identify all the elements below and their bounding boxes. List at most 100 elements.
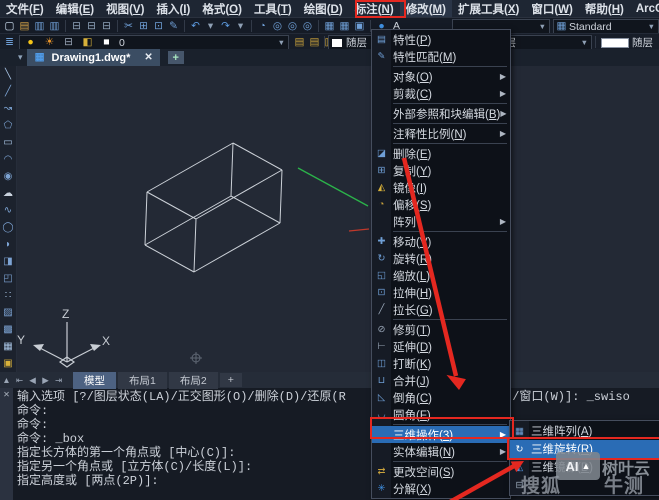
- arc-icon[interactable]: ◠: [0, 151, 16, 168]
- layer-lock-icon[interactable]: ◧: [80, 35, 95, 50]
- circle-icon[interactable]: ◉: [0, 168, 16, 185]
- modify-menu-item-移动[interactable]: ✚移动(V): [372, 233, 510, 250]
- layer-dropdown[interactable]: ●☀⊟◧■ 0 ▼: [19, 35, 289, 50]
- menubar-item-视图[interactable]: 视图(V): [100, 0, 150, 18]
- modify-menu-item-外部参照和块编辑[interactable]: 外部参照和块编辑(B)▶: [372, 105, 510, 122]
- redo-dropdown-icon[interactable]: ▾: [233, 19, 248, 34]
- layer-freeze-icon[interactable]: ☀: [42, 35, 57, 50]
- menubar-item-绘图[interactable]: 绘图(D): [298, 0, 349, 18]
- menubar-item-工具[interactable]: 工具(T): [248, 0, 298, 18]
- layer-properties-icon[interactable]: ▤: [292, 35, 307, 50]
- pan-icon[interactable]: ◔: [255, 19, 270, 34]
- gradient-icon[interactable]: ▩: [0, 321, 16, 338]
- new-tab-button[interactable]: +: [168, 51, 184, 64]
- cut-icon[interactable]: ✂: [121, 19, 136, 34]
- polygon-icon[interactable]: ⬠: [0, 117, 16, 134]
- zoom-window-icon[interactable]: ◎: [285, 19, 300, 34]
- modify-menu-item-阵列[interactable]: 阵列▶: [372, 213, 510, 230]
- redo-icon[interactable]: ↷: [218, 19, 233, 34]
- plot-preview-icon[interactable]: ⊟: [84, 19, 99, 34]
- modify-menu-item-合并[interactable]: ⊔合并(J): [372, 372, 510, 389]
- construction-line-icon[interactable]: ╱: [0, 83, 16, 100]
- insert-block-icon[interactable]: ◨: [0, 253, 16, 270]
- make-block-icon[interactable]: ◰: [0, 270, 16, 287]
- prev-tab-icon[interactable]: ◀: [26, 375, 39, 386]
- modify-menu-item-偏移[interactable]: ◔偏移(S): [372, 196, 510, 213]
- menubar-item-扩展工具[interactable]: 扩展工具(X): [452, 0, 525, 18]
- menubar-item-帮助[interactable]: 帮助(H): [579, 0, 630, 18]
- menubar-item-窗口[interactable]: 窗口(W): [525, 0, 579, 18]
- modify-menu-item-三维操作[interactable]: 三维操作(3)▶: [372, 426, 510, 443]
- layer-color-swatch[interactable]: ■: [99, 35, 114, 50]
- new-file-icon[interactable]: ▢: [2, 19, 17, 34]
- modify-menu-item-缩放[interactable]: ◱缩放(L): [372, 267, 510, 284]
- modify-menu-item-实体编辑[interactable]: 实体编辑(N)▶: [372, 443, 510, 460]
- zoom-previous-icon[interactable]: ◎: [300, 19, 315, 34]
- revision-cloud-icon[interactable]: ☁: [0, 185, 16, 202]
- modify-menu-item-拉伸[interactable]: ⊡拉伸(H): [372, 284, 510, 301]
- 3d-submenu-item-hidden[interactable]: ⊟: [510, 476, 659, 494]
- menubar-item-插入[interactable]: 插入(I): [150, 0, 196, 18]
- text-style-dropdown[interactable]: ▦ Standard ▼: [553, 19, 659, 34]
- plot-icon[interactable]: ⊟: [69, 19, 84, 34]
- menubar-item-标注[interactable]: 标注(N): [349, 0, 400, 18]
- layout-tab-模型[interactable]: 模型: [73, 372, 116, 389]
- first-tab-icon[interactable]: ⇤: [13, 375, 26, 386]
- close-icon[interactable]: ✕: [144, 52, 152, 63]
- match-properties-icon[interactable]: ✎: [166, 19, 181, 34]
- save-icon[interactable]: ▥: [32, 19, 47, 34]
- 3d-submenu-item-三维旋转[interactable]: ↻三维旋转(R): [510, 440, 659, 458]
- drawing-viewport[interactable]: Z Y X: [0, 66, 659, 372]
- menubar-item-修改[interactable]: 修改(M): [400, 0, 452, 18]
- zoom-realtime-icon[interactable]: ◎: [270, 19, 285, 34]
- 3d-submenu-item-三维镜像[interactable]: ◭三维镜像(D): [510, 458, 659, 476]
- layer-on-bulb-icon[interactable]: ●: [23, 35, 38, 50]
- layer-states-icon[interactable]: ▤: [307, 35, 322, 50]
- modify-menu-item-特性[interactable]: ▤特性(P): [372, 31, 510, 48]
- modify-menu-item-修剪[interactable]: ⊘修剪(T): [372, 321, 510, 338]
- spline-icon[interactable]: ∿: [0, 202, 16, 219]
- ellipse-icon[interactable]: ◯: [0, 219, 16, 236]
- modify-menu-item-剪裁[interactable]: 剪裁(C)▶: [372, 85, 510, 102]
- undo-dropdown-icon[interactable]: ▾: [203, 19, 218, 34]
- designcenter-icon[interactable]: ▦: [337, 19, 352, 34]
- menubar-item-编辑[interactable]: 编辑(E): [50, 0, 100, 18]
- open-file-icon[interactable]: ▤: [17, 19, 32, 34]
- table-icon[interactable]: ▦: [0, 338, 16, 355]
- menubar-item-格式[interactable]: 格式(O): [196, 0, 248, 18]
- modify-menu-item-对象[interactable]: 对象(O)▶: [372, 68, 510, 85]
- properties-palette-icon[interactable]: ▦: [322, 19, 337, 34]
- tool-palettes-icon[interactable]: ▣: [352, 19, 367, 34]
- 3d-submenu-item-三维阵列[interactable]: ▦三维阵列(A): [510, 422, 659, 440]
- layer-plot-icon[interactable]: ⊟: [61, 35, 76, 50]
- modify-menu-item-倒角[interactable]: ◺倒角(C): [372, 389, 510, 406]
- layout-tab-布局1[interactable]: 布局1: [118, 372, 167, 389]
- polyline-icon[interactable]: ↝: [0, 100, 16, 117]
- copy-icon[interactable]: ⊞: [136, 19, 151, 34]
- save-all-icon[interactable]: ▥: [47, 19, 62, 34]
- paste-icon[interactable]: ⊡: [151, 19, 166, 34]
- modify-menu-item-复制[interactable]: ⊞复制(Y): [372, 162, 510, 179]
- modify-menu-item-分解[interactable]: ✳分解(X): [372, 480, 510, 497]
- ellipse-arc-icon[interactable]: ◗: [0, 236, 16, 253]
- layout-tab-布局2[interactable]: 布局2: [169, 372, 218, 389]
- modify-menu-item-延伸[interactable]: ⊢延伸(D): [372, 338, 510, 355]
- last-tab-icon[interactable]: ⇥: [52, 375, 65, 386]
- modify-menu-item-打断[interactable]: ◫打断(K): [372, 355, 510, 372]
- layer-manager-icon[interactable]: ≣: [2, 35, 17, 50]
- modify-menu-item-删除[interactable]: ◪删除(E): [372, 145, 510, 162]
- modify-menu-item-拉长[interactable]: ╱拉长(G): [372, 301, 510, 318]
- tab-list-dropdown-icon[interactable]: ▾: [18, 52, 23, 63]
- modify-menu-item-注释性比例[interactable]: 注释性比例(N)▶: [372, 125, 510, 142]
- menubar-item-文件[interactable]: 文件(F): [0, 0, 50, 18]
- document-tab-drawing1[interactable]: ▦ Drawing1.dwg* ✕: [27, 49, 160, 66]
- modify-menu-item-圆角[interactable]: ◡圆角(F): [372, 406, 510, 423]
- modify-menu-item-镜像[interactable]: ◭镜像(I): [372, 179, 510, 196]
- add-layout-button[interactable]: +: [220, 373, 242, 387]
- modify-menu-item-特性匹配[interactable]: ✎特性匹配(M): [372, 48, 510, 65]
- modify-menu-item-更改空间[interactable]: ⇄更改空间(S): [372, 463, 510, 480]
- lineweight-swatch[interactable]: [601, 38, 629, 48]
- point-icon[interactable]: ∷: [0, 287, 16, 304]
- menubar-item-ArcGIS[interactable]: ArcGIS: [630, 2, 659, 16]
- mtext-icon[interactable]: ▣: [0, 355, 16, 372]
